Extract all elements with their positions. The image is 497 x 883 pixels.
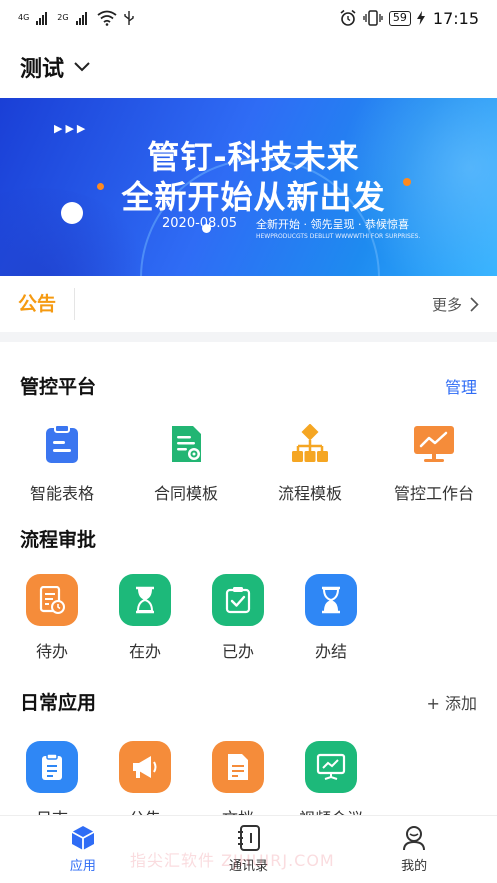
vibrate-icon xyxy=(363,10,383,26)
add-app-button[interactable]: + 添加 xyxy=(427,690,478,714)
more-link[interactable]: 更多 xyxy=(432,294,479,315)
usb-icon xyxy=(123,11,134,25)
alarm-icon xyxy=(340,9,356,26)
tab-apps[interactable]: 应用 xyxy=(0,816,166,883)
workflow-item-label: 办结 xyxy=(314,642,347,661)
banner-headline-2: 全新开始从新出发 xyxy=(121,178,386,216)
platform-item-label: 管控工作台 xyxy=(393,484,474,503)
clipboard-icon xyxy=(40,422,84,466)
banner-date: 2020-08.05 xyxy=(162,216,237,231)
platform-item-control-desk[interactable]: 管控工作台 xyxy=(372,422,496,504)
user-icon xyxy=(403,826,426,851)
section-title-platform: 管控平台 xyxy=(20,376,97,398)
platform-item-label: 合同模板 xyxy=(153,484,218,503)
hourglass-icon xyxy=(119,574,171,626)
pending-doc-icon xyxy=(26,574,78,626)
tab-mine[interactable]: 我的 xyxy=(331,816,497,883)
workflow-item-done[interactable]: 已办 xyxy=(198,574,278,662)
banner-small-text: HEWPRODUCGTS DEBLUT WWWWTHI FOR SURPRISE… xyxy=(256,233,421,240)
promo-banner[interactable]: ▶▶▶ 管钉-科技未来 全新开始从新出发 2020-08.05 全新开始 · 领… xyxy=(0,98,497,276)
status-right: 59 17:15 xyxy=(339,9,479,28)
cube-icon xyxy=(71,826,95,850)
status-bar: 4G 2G 59 17:15 xyxy=(0,0,497,36)
workflow-item-label: 已办 xyxy=(221,642,254,661)
notice-bar: 公告 更多 xyxy=(0,276,497,342)
platform-item-label: 流程模板 xyxy=(277,484,342,503)
platform-grid: 智能表格 合同模板 流程模板 管控工作台 xyxy=(0,422,497,504)
workflow-item-pending[interactable]: 待办 xyxy=(12,574,92,662)
hourglass-icon xyxy=(305,574,357,626)
megaphone-icon xyxy=(119,741,171,793)
workflow-item-in-progress[interactable]: 在办 xyxy=(105,574,185,662)
tab-mine-label: 我的 xyxy=(401,859,428,874)
tab-apps-label: 应用 xyxy=(69,859,96,874)
log-icon xyxy=(26,741,78,793)
workflow-item-label: 在办 xyxy=(128,642,161,661)
dashboard-chart-icon xyxy=(412,422,456,466)
flowchart-icon xyxy=(288,422,332,466)
tab-contacts[interactable]: 通讯录 xyxy=(166,816,332,883)
more-label: 更多 xyxy=(431,295,462,314)
status-left: 4G 2G xyxy=(18,10,135,26)
org-switcher[interactable]: 测试 xyxy=(0,36,497,98)
platform-item-label: 智能表格 xyxy=(29,484,94,503)
signal-icon xyxy=(36,11,48,25)
battery-indicator: 59 xyxy=(388,10,411,26)
signal-icon-2 xyxy=(75,11,87,25)
section-title-workflow: 流程审批 xyxy=(20,529,97,551)
workflow-item-completed[interactable]: 办结 xyxy=(291,574,371,662)
network-label-2: 2G xyxy=(57,13,69,22)
contacts-book-icon xyxy=(237,825,260,851)
contract-doc-icon xyxy=(164,422,208,466)
platform-item-contract-template[interactable]: 合同模板 xyxy=(124,422,248,504)
video-meeting-icon xyxy=(305,741,357,793)
bottom-tab-bar: 应用 通讯录 我的 xyxy=(0,815,497,883)
status-time: 17:15 xyxy=(432,8,479,28)
manage-button[interactable]: 管理 xyxy=(445,374,477,398)
banner-tagline: 全新开始 · 领先呈现 · 恭候惊喜 xyxy=(256,218,409,231)
platform-item-flow-template[interactable]: 流程模板 xyxy=(248,422,372,504)
wifi-icon xyxy=(97,10,117,26)
chevron-down-icon xyxy=(74,62,90,72)
checked-clipboard-icon xyxy=(212,574,264,626)
chevron-right-icon xyxy=(470,296,479,312)
page-title: 测试 xyxy=(20,57,65,82)
section-title-daily: 日常应用 xyxy=(20,692,97,714)
document-icon xyxy=(212,741,264,793)
tab-contacts-label: 通讯录 xyxy=(229,859,269,874)
notice-label: 公告 xyxy=(18,288,76,320)
workflow-item-label: 待办 xyxy=(35,642,68,661)
platform-item-smart-table[interactable]: 智能表格 xyxy=(0,422,124,504)
charging-icon xyxy=(416,11,425,25)
network-label-1: 4G xyxy=(18,13,30,22)
